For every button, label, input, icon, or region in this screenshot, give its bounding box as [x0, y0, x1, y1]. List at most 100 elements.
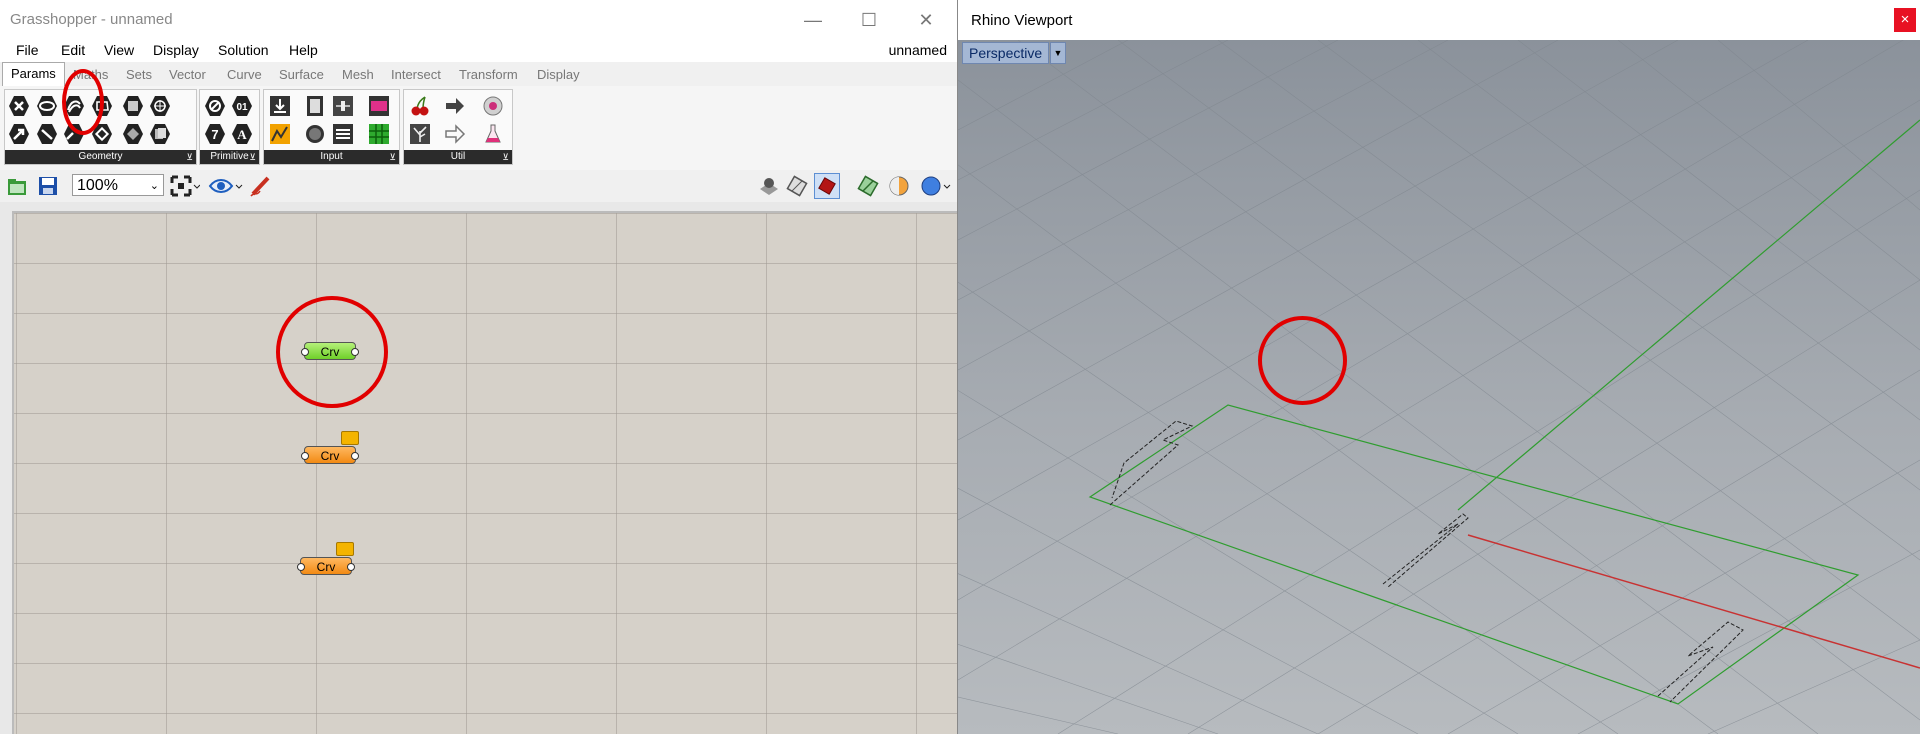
menu-help[interactable]: Help: [289, 42, 318, 58]
grasshopper-window: Grasshopper - unnamed — ☐ ✕ File Edit Vi…: [0, 0, 958, 734]
viewport-highlight-ring: [1258, 316, 1347, 405]
output-grip[interactable]: [351, 452, 359, 460]
document-name: unnamed: [888, 42, 947, 58]
preview-shaded-icon[interactable]: [786, 175, 808, 197]
preview-wireframe-icon[interactable]: [758, 175, 780, 197]
preview-selected-icon: [818, 177, 836, 195]
input-grip[interactable]: [297, 563, 305, 571]
display-sphere-icon[interactable]: [920, 175, 952, 197]
component-tabs: Params Maths Sets Vector Curve Surface M…: [0, 62, 957, 86]
output-grip[interactable]: [347, 563, 355, 571]
text-param-icon[interactable]: A: [231, 123, 253, 145]
point-param-icon[interactable]: [8, 95, 30, 117]
gradient-input-icon[interactable]: [368, 95, 390, 117]
rhino-close-button[interactable]: ×: [1894, 8, 1916, 32]
rhino-title-bar: Rhino Viewport ×: [958, 0, 1920, 41]
tab-sets[interactable]: Sets: [126, 67, 152, 82]
tab-vector[interactable]: Vector: [169, 67, 206, 82]
circle-param-icon[interactable]: [36, 95, 58, 117]
menu-view[interactable]: View: [104, 42, 134, 58]
primitive-group-label[interactable]: Primitive: [200, 150, 259, 164]
grasshopper-title-bar: Grasshopper - unnamed — ☐ ✕: [0, 0, 957, 40]
slider-input-icon[interactable]: [332, 95, 354, 117]
menu-bar: File Edit View Display Solution Help: [0, 40, 957, 62]
open-file-icon[interactable]: [7, 176, 27, 196]
geometry-param-icon[interactable]: [149, 123, 171, 145]
window-title: Grasshopper - unnamed: [10, 11, 173, 28]
tab-transform[interactable]: Transform: [459, 67, 518, 82]
sketch-pen-icon[interactable]: [248, 174, 274, 198]
warning-flag: [336, 542, 354, 556]
svg-text:7: 7: [211, 127, 218, 142]
curve-component-warning[interactable]: Crv: [297, 557, 355, 575]
viewport-label[interactable]: Perspective: [962, 42, 1050, 64]
warning-flag: [341, 431, 359, 445]
integer-param-icon[interactable]: 01: [231, 95, 253, 117]
tab-display[interactable]: Display: [537, 67, 580, 82]
rhino-window-title: Rhino Viewport: [971, 12, 1073, 29]
mesh-param-icon[interactable]: [122, 123, 144, 145]
svg-text:A: A: [237, 127, 247, 142]
chevron-down-icon: ▼: [1053, 48, 1063, 58]
component-ribbon: Geometry 01 7 A Primitive Input: [0, 69, 957, 171]
tab-params[interactable]: Params: [2, 62, 65, 86]
zoom-select[interactable]: 100% ⌄: [72, 174, 164, 196]
close-button[interactable]: ✕: [903, 6, 949, 34]
curve-component-warning[interactable]: Crv: [301, 446, 359, 464]
input-grip[interactable]: [301, 452, 309, 460]
tab-intersect[interactable]: Intersect: [391, 67, 441, 82]
vector-param-icon[interactable]: [8, 123, 30, 145]
tab-curve[interactable]: Curve: [227, 67, 262, 82]
viewport-menu-dropdown[interactable]: ▼: [1050, 42, 1066, 64]
chevron-down-icon: ⌄: [149, 180, 159, 192]
zoom-value: 100%: [77, 177, 118, 194]
minimize-button[interactable]: —: [790, 6, 836, 34]
graph-mapper-icon[interactable]: [269, 123, 291, 145]
panel-input-icon[interactable]: [304, 95, 326, 117]
outline-arrow-icon[interactable]: [444, 123, 466, 145]
maximize-button[interactable]: ☐: [846, 6, 892, 34]
component-label: Crv: [316, 560, 336, 574]
line-param-icon[interactable]: [36, 123, 58, 145]
zoom-extents-icon[interactable]: [170, 175, 200, 197]
menu-file[interactable]: File: [16, 42, 39, 58]
bake-icon[interactable]: [857, 175, 879, 197]
primitive-group: 01 7 A Primitive: [199, 89, 260, 165]
tree-icon[interactable]: [409, 123, 431, 145]
curve-icon-highlight-ring: [62, 69, 104, 135]
geometry-group-label[interactable]: Geometry: [5, 150, 196, 164]
menu-edit[interactable]: Edit: [61, 42, 85, 58]
rhino-window: Rhino Viewport × Perspective ▼: [958, 0, 1920, 734]
util-group-label[interactable]: Util: [404, 150, 512, 164]
viewport-grid: [958, 40, 1920, 734]
preview-eye-icon[interactable]: [208, 175, 244, 197]
component-label: Crv: [320, 449, 340, 463]
color-sphere-icon[interactable]: [888, 175, 910, 197]
save-file-icon[interactable]: [38, 176, 58, 196]
field-param-icon[interactable]: [149, 95, 171, 117]
button-input-icon[interactable]: [304, 123, 326, 145]
data-input-icon[interactable]: [269, 95, 291, 117]
canvas-toolbar: 100% ⌄: [0, 170, 957, 203]
tab-mesh[interactable]: Mesh: [342, 67, 374, 82]
input-group: Input: [263, 89, 400, 165]
input-group-label[interactable]: Input: [264, 150, 399, 164]
relay-arrow-icon[interactable]: [444, 95, 466, 117]
matrix-input-icon[interactable]: [368, 123, 390, 145]
flask-icon[interactable]: [482, 123, 504, 145]
cherry-picker-icon[interactable]: [409, 95, 431, 117]
number-param-icon[interactable]: 7: [204, 123, 226, 145]
grasshopper-canvas[interactable]: Crv Crv Crv: [12, 211, 957, 734]
menu-display[interactable]: Display: [153, 42, 199, 58]
boolean-param-icon[interactable]: [204, 95, 226, 117]
brep-param-icon[interactable]: [122, 95, 144, 117]
value-list-icon[interactable]: [332, 123, 354, 145]
svg-text:01: 01: [236, 102, 248, 113]
galapagos-icon[interactable]: [482, 95, 504, 117]
tab-surface[interactable]: Surface: [279, 67, 324, 82]
preview-selected-button[interactable]: [814, 173, 840, 199]
util-group: Util: [403, 89, 513, 165]
component-highlight-ring: [276, 296, 388, 408]
perspective-viewport[interactable]: Perspective ▼: [958, 40, 1920, 734]
menu-solution[interactable]: Solution: [218, 42, 269, 58]
